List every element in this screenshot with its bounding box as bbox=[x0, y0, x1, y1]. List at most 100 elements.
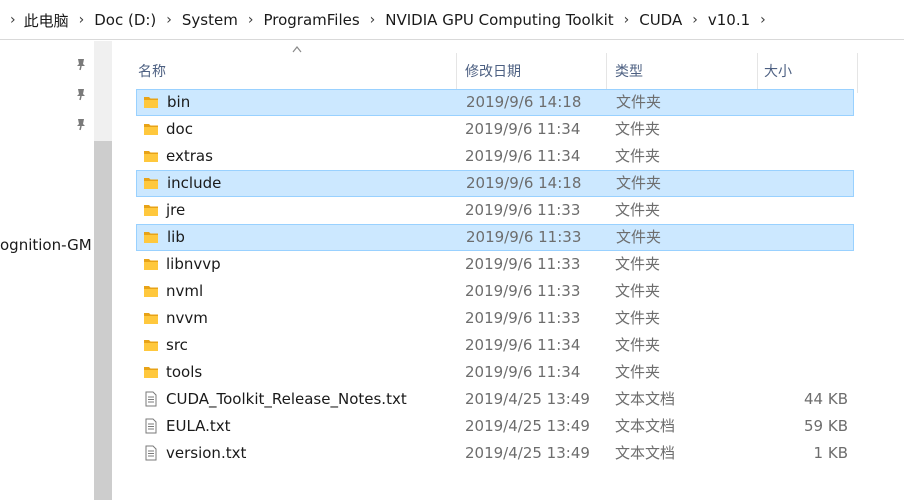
chevron-right-icon[interactable]: › bbox=[682, 12, 708, 28]
file-name: CUDA_Toolkit_Release_Notes.txt bbox=[166, 390, 407, 408]
chevron-right-icon[interactable]: › bbox=[238, 12, 264, 28]
chevron-right-icon[interactable]: › bbox=[614, 12, 640, 28]
file-row[interactable]: nvml 2019/9/6 11:33 文件夹 bbox=[136, 278, 854, 305]
folder-icon bbox=[143, 310, 159, 326]
file-name: tools bbox=[166, 363, 203, 381]
breadcrumb-item-drive[interactable]: Doc (D:) bbox=[94, 11, 156, 29]
file-type: 文件夹 bbox=[615, 147, 661, 165]
column-divider[interactable] bbox=[456, 53, 457, 93]
file-row[interactable]: libnvvp 2019/9/6 11:33 文件夹 bbox=[136, 251, 854, 278]
file-date-modified: 2019/4/25 13:49 bbox=[465, 390, 590, 408]
breadcrumb-item-this-pc[interactable]: 此电脑 bbox=[16, 10, 69, 31]
file-name: doc bbox=[166, 120, 193, 138]
file-date-modified: 2019/9/6 11:33 bbox=[466, 228, 582, 246]
file-date-modified: 2019/9/6 11:34 bbox=[465, 120, 581, 138]
breadcrumb-item-system[interactable]: System bbox=[182, 11, 238, 29]
file-row[interactable]: EULA.txt 2019/4/25 13:49 文本文档 59 KB bbox=[136, 413, 854, 440]
file-date-modified: 2019/9/6 11:33 bbox=[465, 255, 581, 273]
file-row[interactable]: jre 2019/9/6 11:33 文件夹 bbox=[136, 197, 854, 224]
breadcrumb: › 此电脑 › Doc (D:) › System › ProgramFiles… bbox=[0, 0, 776, 40]
nav-item-truncated[interactable]: ognition-GM bbox=[0, 236, 93, 254]
file-name: jre bbox=[166, 201, 186, 219]
file-size: 1 KB bbox=[813, 444, 848, 462]
file-row[interactable]: CUDA_Toolkit_Release_Notes.txt 2019/4/25 … bbox=[136, 386, 854, 413]
file-name: include bbox=[167, 174, 222, 192]
chevron-right-icon[interactable]: › bbox=[0, 12, 16, 28]
pin-icon[interactable] bbox=[74, 117, 88, 131]
breadcrumb-item-nvidia[interactable]: NVIDIA GPU Computing Toolkit bbox=[385, 11, 613, 29]
breadcrumb-item-version[interactable]: v10.1 bbox=[708, 11, 750, 29]
folder-icon bbox=[143, 256, 159, 272]
file-type: 文件夹 bbox=[615, 363, 661, 381]
file-row[interactable]: doc 2019/9/6 11:34 文件夹 bbox=[136, 116, 854, 143]
file-date-modified: 2019/4/25 13:49 bbox=[465, 444, 590, 462]
file-date-modified: 2019/9/6 11:34 bbox=[465, 336, 581, 354]
folder-icon bbox=[143, 94, 159, 110]
chevron-right-icon[interactable]: › bbox=[750, 12, 776, 28]
file-name: EULA.txt bbox=[166, 417, 231, 435]
file-name: src bbox=[166, 336, 188, 354]
file-type: 文件夹 bbox=[615, 309, 661, 327]
file-name: nvml bbox=[166, 282, 204, 300]
file-type: 文本文档 bbox=[615, 417, 676, 435]
folder-icon bbox=[143, 175, 159, 191]
navigation-pane: ognition-GM bbox=[0, 41, 112, 500]
column-divider[interactable] bbox=[606, 53, 607, 93]
column-header-date[interactable]: 修改日期 bbox=[465, 51, 609, 91]
text-file-icon bbox=[143, 418, 159, 434]
file-date-modified: 2019/9/6 11:33 bbox=[465, 282, 581, 300]
file-date-modified: 2019/9/6 11:33 bbox=[465, 309, 581, 327]
address-bar[interactable]: › 此电脑 › Doc (D:) › System › ProgramFiles… bbox=[0, 0, 904, 40]
file-row[interactable]: tools 2019/9/6 11:34 文件夹 bbox=[136, 359, 854, 386]
file-type: 文本文档 bbox=[615, 390, 676, 408]
file-type: 文件夹 bbox=[616, 228, 662, 246]
file-type: 文件夹 bbox=[616, 93, 662, 111]
pin-icon[interactable] bbox=[74, 87, 88, 101]
file-date-modified: 2019/9/6 11:34 bbox=[465, 147, 581, 165]
file-row[interactable]: src 2019/9/6 11:34 文件夹 bbox=[136, 332, 854, 359]
column-header-type[interactable]: 类型 bbox=[615, 51, 763, 91]
folder-icon bbox=[143, 337, 159, 353]
file-row[interactable]: version.txt 2019/4/25 13:49 文本文档 1 KB bbox=[136, 440, 854, 467]
file-type: 文件夹 bbox=[615, 120, 661, 138]
file-date-modified: 2019/9/6 14:18 bbox=[466, 174, 582, 192]
text-file-icon bbox=[143, 445, 159, 461]
breadcrumb-item-cuda[interactable]: CUDA bbox=[639, 11, 682, 29]
pin-icon[interactable] bbox=[74, 57, 88, 71]
file-size: 59 KB bbox=[804, 417, 848, 435]
breadcrumb-item-programfiles[interactable]: ProgramFiles bbox=[263, 11, 359, 29]
folder-icon bbox=[143, 148, 159, 164]
file-row[interactable]: include 2019/9/6 14:18 文件夹 bbox=[136, 170, 854, 197]
chevron-right-icon[interactable]: › bbox=[360, 12, 386, 28]
file-row[interactable]: bin 2019/9/6 14:18 文件夹 bbox=[136, 89, 854, 116]
nav-scrollbar-thumb[interactable] bbox=[94, 141, 112, 500]
file-name: libnvvp bbox=[166, 255, 221, 273]
file-row[interactable]: nvvm 2019/9/6 11:33 文件夹 bbox=[136, 305, 854, 332]
file-type: 文件夹 bbox=[615, 336, 661, 354]
file-date-modified: 2019/4/25 13:49 bbox=[465, 417, 590, 435]
folder-icon bbox=[143, 121, 159, 137]
file-date-modified: 2019/9/6 11:33 bbox=[465, 201, 581, 219]
column-header-name[interactable]: 名称 bbox=[138, 51, 468, 91]
file-name: bin bbox=[167, 93, 191, 111]
file-name: nvvm bbox=[166, 309, 208, 327]
file-type: 文件夹 bbox=[615, 282, 661, 300]
column-divider[interactable] bbox=[757, 53, 758, 93]
text-file-icon bbox=[143, 391, 159, 407]
file-size: 44 KB bbox=[804, 390, 848, 408]
folder-icon bbox=[143, 283, 159, 299]
file-row[interactable]: lib 2019/9/6 11:33 文件夹 bbox=[136, 224, 854, 251]
file-type: 文件夹 bbox=[615, 201, 661, 219]
folder-icon bbox=[143, 202, 159, 218]
file-type: 文件夹 bbox=[616, 174, 662, 192]
chevron-right-icon[interactable]: › bbox=[156, 12, 182, 28]
column-divider[interactable] bbox=[857, 53, 858, 93]
file-date-modified: 2019/9/6 11:34 bbox=[465, 363, 581, 381]
file-row[interactable]: extras 2019/9/6 11:34 文件夹 bbox=[136, 143, 854, 170]
column-header-size[interactable]: 大小 bbox=[764, 51, 856, 91]
folder-icon bbox=[143, 229, 159, 245]
file-type: 文本文档 bbox=[615, 444, 676, 462]
file-date-modified: 2019/9/6 14:18 bbox=[466, 93, 582, 111]
folder-icon bbox=[143, 364, 159, 380]
chevron-right-icon[interactable]: › bbox=[69, 12, 95, 28]
